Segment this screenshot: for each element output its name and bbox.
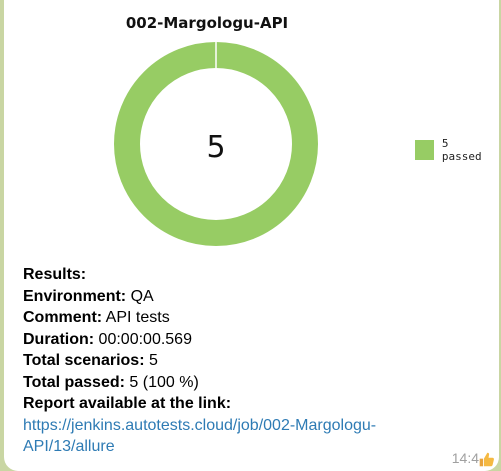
duration-row: Duration: 00:00:00.569 <box>23 330 192 348</box>
chart-title: 002-Margologu-API <box>125 14 289 32</box>
chart-legend: 5 passed <box>415 137 492 163</box>
donut-chart: 5 <box>114 42 318 246</box>
results-text: Results: Environment: QA Comment: API te… <box>23 264 463 458</box>
report-link[interactable]: https://jenkins.autotests.cloud/job/002-… <box>23 415 443 458</box>
message-bubble: 002-Margologu-API 5 5 passed Results: En… <box>4 0 499 471</box>
allure-chart-image[interactable]: 002-Margologu-API 5 5 passed <box>12 0 492 254</box>
donut-center-value: 5 <box>206 130 225 165</box>
legend-swatch-passed <box>415 140 434 160</box>
thumbs-up-icon[interactable] <box>478 451 495 468</box>
comment-row: Comment: API tests <box>23 309 170 326</box>
legend-label-passed: 5 passed <box>441 137 482 163</box>
total-scenarios-row: Total scenarios: 5 <box>23 352 158 369</box>
report-label: Report available at the link: <box>23 395 232 412</box>
environment-row: Environment: QA <box>23 287 154 305</box>
message-time: 14:4 <box>451 450 479 466</box>
results-heading: Results: <box>23 266 87 283</box>
total-passed-row: Total passed: 5 (100 %) <box>23 373 199 391</box>
